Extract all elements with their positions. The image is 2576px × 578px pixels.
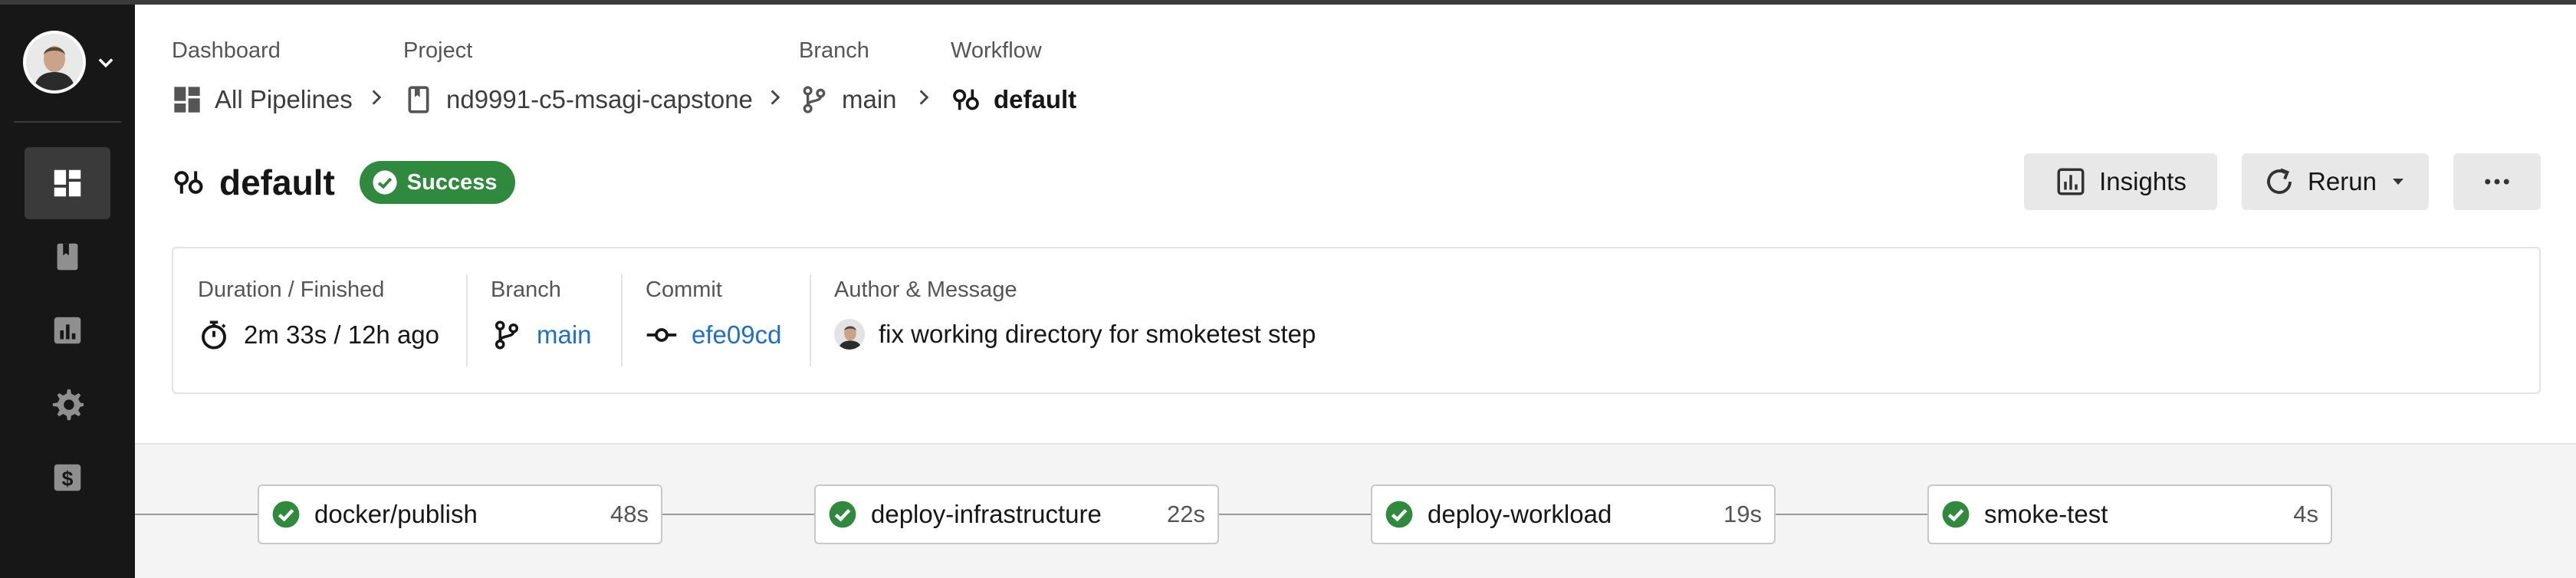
divider (810, 274, 811, 366)
caret-down-icon (2392, 179, 2404, 185)
chart-icon (2057, 168, 2085, 195)
check-circle-icon (272, 501, 300, 528)
insights-button[interactable]: Insights (2024, 153, 2217, 210)
sidebar-item-insights[interactable] (25, 294, 110, 366)
chevron-right-icon (372, 90, 382, 105)
job-duration: 4s (2293, 501, 2318, 527)
ellipsis-icon (2485, 179, 2509, 185)
breadcrumb-label: Workflow (951, 38, 1042, 63)
commit-link[interactable]: efe09cd (692, 320, 781, 350)
chevron-down-icon (98, 58, 113, 68)
branch-icon (495, 320, 519, 350)
stopwatch-icon (202, 320, 226, 350)
breadcrumb-label: Dashboard (172, 38, 281, 63)
breadcrumb-value: default (994, 85, 1077, 113)
job-connector (135, 514, 259, 515)
rerun-button[interactable]: Rerun (2242, 153, 2429, 210)
more-options-button[interactable] (2453, 153, 2541, 210)
branch-label: Branch (491, 278, 561, 302)
insights-label: Insights (2099, 167, 2187, 195)
job-name: smoke-test (1984, 500, 2108, 528)
divider (466, 274, 468, 366)
job-node[interactable]: deploy-workload 19s (1371, 484, 1776, 544)
workflow-graph: docker/publish 48s deploy-infrastructure… (135, 443, 2576, 578)
status-text: Success (406, 169, 498, 195)
check-circle-icon (373, 170, 397, 195)
author-avatar (834, 319, 865, 350)
branch-link[interactable]: main (537, 320, 592, 350)
breadcrumb-value: nd9991-c5-msagi-capstone (446, 85, 753, 113)
job-node[interactable]: smoke-test 4s (1927, 484, 2332, 544)
breadcrumb-value: main (842, 85, 897, 113)
breadcrumb-link-project[interactable]: nd9991-c5-msagi-capstone (403, 81, 753, 118)
check-circle-icon (1942, 501, 1970, 528)
check-circle-icon (1385, 501, 1413, 528)
job-duration: 22s (1167, 501, 1205, 527)
rerun-label: Rerun (2308, 167, 2377, 195)
breadcrumb-branch: Branch main (799, 37, 897, 118)
sidebar-item-billing[interactable]: $ (25, 442, 110, 514)
page-header: default Success (172, 158, 516, 207)
workflow-summary-card: Duration / Finished 2m 33s / 12h ago Bra… (172, 247, 2541, 394)
chevron-right-icon (919, 90, 929, 105)
chevron-right-icon (770, 90, 780, 105)
author-value-row: fix working directory for smoketest step (834, 319, 1316, 350)
job-connector (1774, 514, 1929, 515)
breadcrumb-label: Branch (799, 38, 869, 63)
job-connector (661, 514, 816, 515)
breadcrumb-link-all-pipelines[interactable]: All Pipelines (172, 81, 353, 118)
sidebar-item-projects[interactable] (25, 221, 110, 293)
breadcrumb-link-branch[interactable]: main (799, 81, 897, 118)
dollar-icon: $ (54, 464, 81, 491)
job-name: deploy-workload (1428, 500, 1612, 528)
divider (621, 274, 623, 366)
breadcrumb-label: Project (403, 38, 473, 63)
breadcrumb-dashboard: Dashboard All Pipelines (172, 37, 353, 118)
check-circle-icon (829, 501, 856, 528)
job-node[interactable]: deploy-infrastructure 22s (814, 484, 1219, 544)
duration-value-row: 2m 33s / 12h ago (198, 319, 439, 351)
sidebar: $ (0, 5, 135, 578)
status-badge: Success (359, 161, 516, 204)
job-node[interactable]: docker/publish 48s (258, 484, 662, 544)
job-duration: 19s (1723, 501, 1762, 527)
commit-message: fix working directory for smoketest step (879, 320, 1316, 348)
breadcrumb-workflow: Workflow default (951, 37, 1076, 118)
breadcrumb-current-workflow: default (951, 81, 1076, 118)
commit-icon (646, 328, 677, 342)
job-name: docker/publish (314, 500, 478, 528)
duration-value: 2m 33s / 12h ago (244, 320, 440, 349)
bookmark-icon (57, 243, 78, 271)
refresh-icon (2267, 168, 2292, 194)
page-title: default (219, 163, 335, 202)
gear-icon (52, 389, 84, 421)
breadcrumb-value: All Pipelines (215, 85, 353, 113)
dashboard-icon (174, 87, 200, 113)
commit-label: Commit (646, 278, 722, 302)
workflow-icon (953, 89, 979, 110)
commit-value-row: efe09cd (646, 319, 781, 351)
author-label: Author & Message (834, 278, 1017, 302)
sidebar-divider (14, 121, 121, 123)
branch-icon (803, 86, 826, 113)
breadcrumb-project: Project nd9991-c5-msagi-capstone (403, 37, 753, 118)
sidebar-item-dashboard[interactable] (25, 147, 110, 219)
branch-value-row: main (491, 319, 592, 351)
user-menu[interactable] (23, 31, 117, 94)
workflow-icon (174, 171, 203, 194)
avatar (23, 31, 86, 94)
bookmark-icon (408, 86, 429, 113)
job-connector (1217, 514, 1372, 515)
svg-text:$: $ (62, 468, 74, 491)
job-duration: 48s (610, 501, 649, 527)
sidebar-item-settings[interactable] (25, 368, 110, 440)
duration-label: Duration / Finished (198, 278, 385, 302)
chart-icon (54, 317, 81, 344)
job-name: deploy-infrastructure (871, 500, 1102, 528)
dashboard-icon (54, 169, 81, 197)
top-accent-bar (0, 0, 2576, 5)
